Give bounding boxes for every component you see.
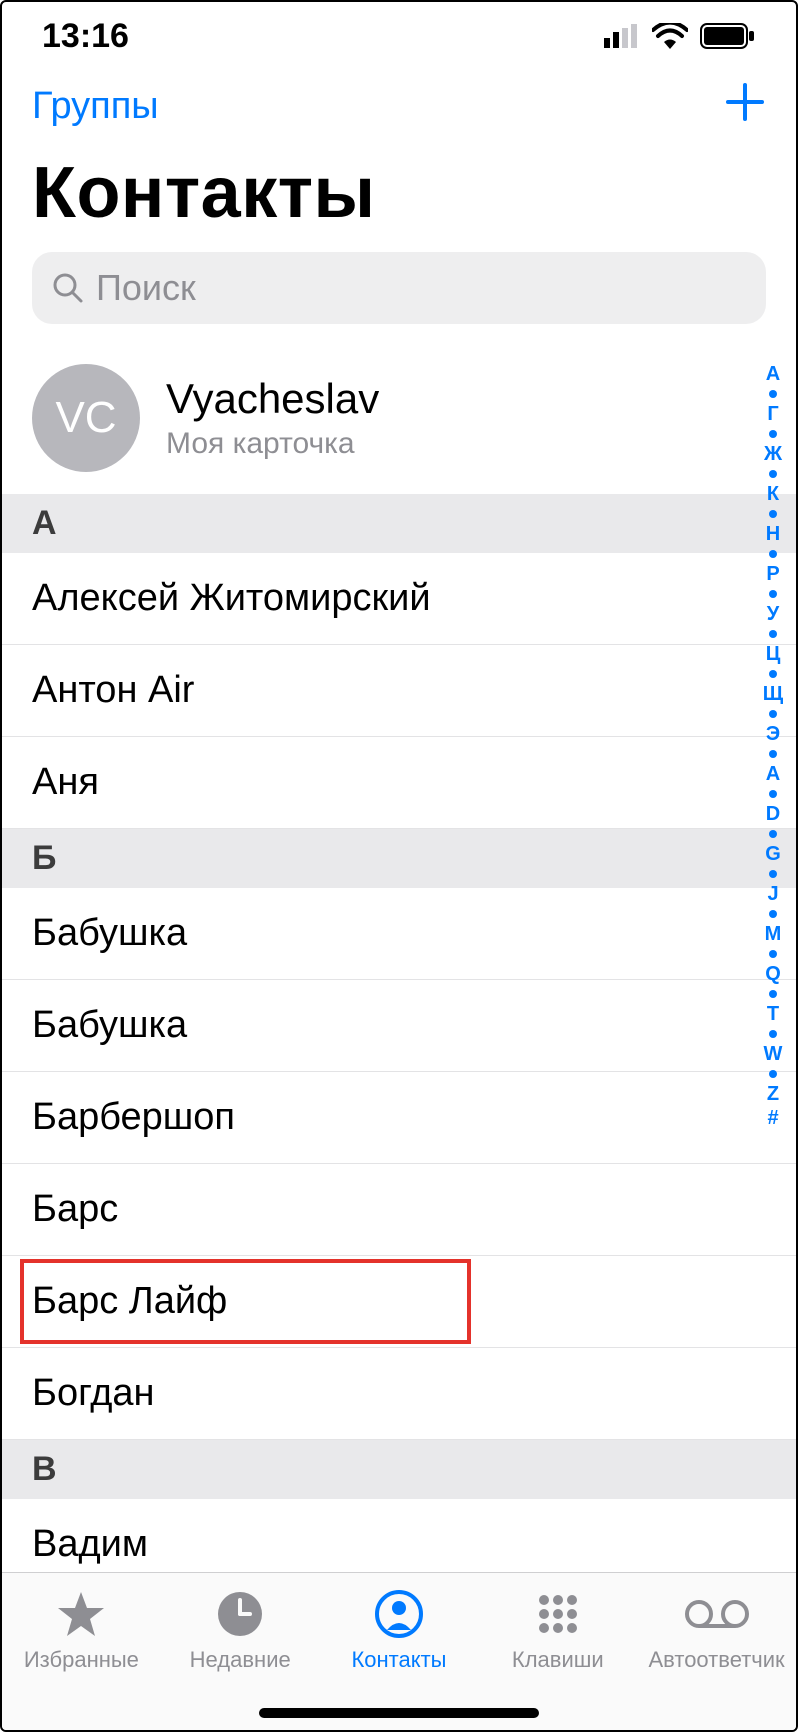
index-dot[interactable] (769, 590, 777, 598)
clock-icon (216, 1587, 264, 1641)
tab-label: Клавиши (512, 1647, 604, 1673)
index-letter[interactable]: # (767, 1106, 778, 1130)
tab-bar: Избранные Недавние Контакты Клавиши (2, 1572, 796, 1730)
avatar: VC (32, 364, 140, 472)
contact-row[interactable]: Бабушка (2, 888, 796, 980)
section-header: А (2, 494, 796, 553)
index-dot[interactable] (769, 710, 777, 718)
index-dot[interactable] (769, 1070, 777, 1078)
tab-favorites[interactable]: Избранные (6, 1587, 156, 1673)
tab-voicemail[interactable]: Автоответчик (642, 1587, 792, 1673)
section-header: Б (2, 829, 796, 888)
contact-row[interactable]: Антон Air (2, 645, 796, 737)
search-input[interactable] (96, 267, 746, 309)
index-dot[interactable] (769, 470, 777, 478)
page-title: Контакты (2, 132, 796, 252)
contact-list[interactable]: ААлексей ЖитомирскийАнтон AirАняББабушка… (2, 494, 796, 1572)
index-letter[interactable]: Z (767, 1082, 779, 1106)
index-letter[interactable]: Э (766, 722, 780, 746)
my-card[interactable]: VC Vyacheslav Моя карточка (2, 346, 796, 494)
search-icon (52, 272, 84, 304)
index-dot[interactable] (769, 790, 777, 798)
contact-row[interactable]: Барс Лайф (2, 1256, 796, 1348)
tab-label: Контакты (351, 1647, 446, 1673)
index-dot[interactable] (769, 630, 777, 638)
index-letter[interactable]: А (766, 362, 780, 386)
my-card-subtitle: Моя карточка (166, 427, 379, 461)
contact-row[interactable]: Аня (2, 737, 796, 829)
index-letter[interactable]: Р (766, 562, 779, 586)
contact-row[interactable]: Алексей Житомирский (2, 553, 796, 645)
index-dot[interactable] (769, 550, 777, 558)
star-icon (56, 1587, 106, 1641)
home-indicator[interactable] (259, 1708, 539, 1718)
tab-contacts[interactable]: Контакты (324, 1587, 474, 1673)
index-dot[interactable] (769, 430, 777, 438)
index-letter[interactable]: G (765, 842, 781, 866)
index-dot[interactable] (769, 990, 777, 998)
tab-label: Избранные (24, 1647, 139, 1673)
index-letter[interactable]: К (767, 482, 779, 506)
wifi-icon (652, 23, 688, 49)
add-contact-button[interactable] (724, 80, 766, 132)
contact-icon (375, 1587, 423, 1641)
cellular-icon (604, 24, 640, 48)
tab-recents[interactable]: Недавние (165, 1587, 315, 1673)
contact-row[interactable]: Барс (2, 1164, 796, 1256)
index-dot[interactable] (769, 910, 777, 918)
index-dot[interactable] (769, 870, 777, 878)
index-letter[interactable]: Ж (764, 442, 782, 466)
index-dot[interactable] (769, 750, 777, 758)
index-dot[interactable] (769, 670, 777, 678)
index-letter[interactable]: У (767, 602, 779, 626)
search-field[interactable] (32, 252, 766, 324)
alpha-index[interactable]: АГЖКНРУЦЩЭADGJMQTWZ# (756, 362, 790, 1560)
index-dot[interactable] (769, 950, 777, 958)
tab-keypad[interactable]: Клавиши (483, 1587, 633, 1673)
index-dot[interactable] (769, 510, 777, 518)
index-dot[interactable] (769, 830, 777, 838)
search-container (2, 252, 796, 346)
index-letter[interactable]: Щ (763, 682, 783, 706)
status-right (604, 23, 756, 49)
status-time: 13:16 (42, 17, 129, 56)
index-letter[interactable]: M (765, 922, 782, 946)
index-letter[interactable]: Г (767, 402, 778, 426)
index-letter[interactable]: Q (765, 962, 781, 986)
avatar-initials: VC (55, 393, 116, 443)
keypad-icon (534, 1587, 582, 1641)
index-letter[interactable]: Н (766, 522, 780, 546)
index-letter[interactable]: D (766, 802, 780, 826)
index-letter[interactable]: A (766, 762, 780, 786)
contact-row[interactable]: Бабушка (2, 980, 796, 1072)
index-letter[interactable]: J (767, 882, 778, 906)
status-bar: 13:16 (2, 2, 796, 70)
index-letter[interactable]: T (767, 1002, 779, 1026)
index-dot[interactable] (769, 1030, 777, 1038)
section-header: В (2, 1440, 796, 1499)
battery-icon (700, 23, 756, 49)
index-letter[interactable]: Ц (766, 642, 781, 666)
nav-bar: Группы (2, 70, 796, 132)
contact-row[interactable]: Барбершоп (2, 1072, 796, 1164)
my-card-name: Vyacheslav (166, 375, 379, 423)
tab-label: Недавние (190, 1647, 291, 1673)
index-dot[interactable] (769, 390, 777, 398)
contact-row[interactable]: Богдан (2, 1348, 796, 1440)
tab-label: Автоответчик (648, 1647, 784, 1673)
index-letter[interactable]: W (764, 1042, 783, 1066)
voicemail-icon (685, 1587, 749, 1641)
groups-button[interactable]: Группы (32, 85, 159, 128)
contact-row[interactable]: Вадим (2, 1499, 796, 1572)
